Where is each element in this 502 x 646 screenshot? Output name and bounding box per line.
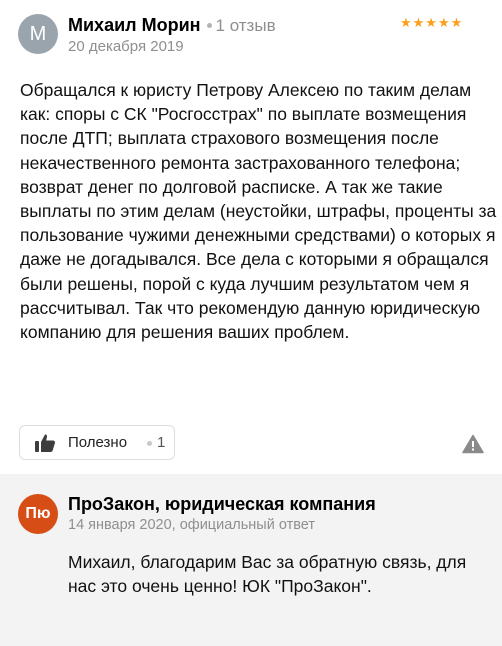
useful-label: Полезно bbox=[68, 434, 128, 451]
author-avatar[interactable]: М bbox=[18, 14, 58, 54]
review-text: Обращался к юристу Петрову Алексею по та… bbox=[20, 80, 497, 343]
review-date: 20 декабря 2019 bbox=[68, 38, 184, 55]
review-card: М Михаил Морин 1 отзыв ★★★★★ 20 декабря 2… bbox=[0, 0, 502, 474]
rating-stars: ★★★★★ bbox=[400, 15, 464, 30]
useful-separator-dot bbox=[147, 441, 152, 446]
reply-text: Михаил, благодарим Вас за обратную связь… bbox=[68, 552, 467, 597]
company-reply: Пю ПроЗакон, юридическая компания 14 янв… bbox=[0, 474, 502, 646]
report-warning-icon[interactable] bbox=[462, 434, 484, 454]
separator-dot bbox=[206, 22, 212, 28]
author-name[interactable]: Михаил Морин bbox=[68, 15, 201, 35]
company-name[interactable]: ПроЗакон, юридическая компания bbox=[68, 493, 376, 515]
company-logo[interactable]: Пю bbox=[18, 494, 58, 534]
reply-meta: 14 января 2020, официальный ответ bbox=[68, 517, 316, 533]
author-review-count: 1 отзыв bbox=[215, 16, 276, 35]
author-line: Михаил Морин 1 отзыв bbox=[68, 14, 276, 36]
useful-count: 1 bbox=[157, 434, 166, 451]
thumbs-up-icon bbox=[35, 434, 55, 452]
useful-button[interactable]: Полезно 1 bbox=[19, 425, 175, 460]
